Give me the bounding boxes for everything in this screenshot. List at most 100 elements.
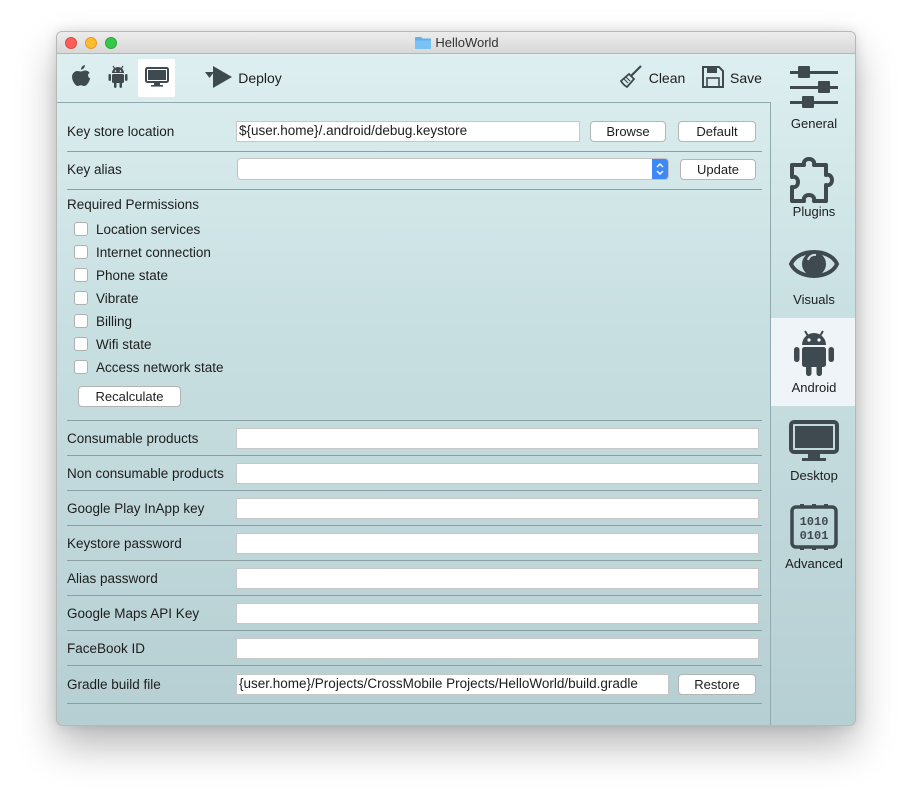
restore-button[interactable]: Restore bbox=[678, 674, 756, 695]
puzzle-icon bbox=[788, 153, 840, 205]
required-permissions-heading: Required Permissions bbox=[67, 197, 200, 212]
save-icon bbox=[702, 65, 725, 91]
keystore-label: Key store location bbox=[67, 124, 175, 139]
facebook-id-input[interactable] bbox=[236, 638, 759, 659]
android-icon bbox=[108, 65, 128, 92]
deploy-button[interactable]: Deploy bbox=[201, 59, 287, 97]
permission-vibrate[interactable]: Vibrate bbox=[74, 289, 139, 307]
sidebar-item-label: Advanced bbox=[785, 556, 843, 571]
checkbox-label: Access network state bbox=[96, 359, 224, 375]
checkbox[interactable] bbox=[74, 314, 88, 328]
keystore-location-input[interactable]: ${user.home}/.android/debug.keystore bbox=[236, 121, 580, 142]
desktop-icon bbox=[144, 66, 169, 90]
checkbox-label: Phone state bbox=[96, 267, 169, 283]
separator bbox=[67, 151, 762, 152]
updown-arrows-icon bbox=[652, 159, 668, 179]
broom-icon bbox=[619, 64, 643, 92]
default-button[interactable]: Default bbox=[678, 121, 756, 142]
google-maps-api-key-input[interactable] bbox=[236, 603, 759, 624]
permission-access-network-state[interactable]: Access network state bbox=[74, 358, 224, 376]
apple-icon bbox=[70, 64, 92, 92]
sidebar-item-visuals[interactable]: Visuals bbox=[771, 230, 855, 318]
sidebar-item-label: Desktop bbox=[790, 468, 838, 483]
android-settings-panel: Key store location ${user.home}/.android… bbox=[57, 102, 771, 725]
sidebar-item-label: Plugins bbox=[792, 204, 836, 219]
consumable-products-label: Consumable products bbox=[67, 431, 199, 446]
title-bar: HelloWorld bbox=[57, 32, 855, 54]
apple-platform-button[interactable] bbox=[65, 59, 97, 97]
separator bbox=[67, 455, 762, 456]
gradle-build-file-input[interactable]: {user.home}/Projects/CrossMobile Project… bbox=[236, 674, 669, 695]
separator bbox=[67, 560, 762, 561]
sidebar-item-label: General bbox=[790, 116, 838, 131]
browse-button[interactable]: Browse bbox=[590, 121, 666, 142]
separator bbox=[67, 665, 762, 666]
separator bbox=[67, 595, 762, 596]
checkbox-label: Vibrate bbox=[96, 290, 139, 306]
google-play-inapp-key-label: Google Play InApp key bbox=[67, 501, 205, 516]
android-platform-button[interactable] bbox=[101, 59, 135, 97]
permission-location-services[interactable]: Location services bbox=[74, 220, 200, 238]
sidebar-item-android[interactable]: Android bbox=[771, 318, 855, 406]
update-button[interactable]: Update bbox=[680, 159, 756, 180]
google-maps-api-key-label: Google Maps API Key bbox=[67, 606, 200, 621]
deploy-label: Deploy bbox=[238, 70, 282, 86]
separator bbox=[67, 490, 762, 491]
separator bbox=[67, 420, 762, 421]
permission-phone-state[interactable]: Phone state bbox=[74, 266, 168, 284]
checkbox-label: Location services bbox=[96, 221, 201, 237]
checkbox[interactable] bbox=[74, 268, 88, 282]
alias-password-label: Alias password bbox=[67, 571, 158, 586]
alias-password-input[interactable] bbox=[236, 568, 759, 589]
checkbox[interactable] bbox=[74, 222, 88, 236]
app-window: HelloWorld Deploy Clean Save Key store l… bbox=[56, 31, 856, 726]
toolbar: Deploy Clean Save bbox=[57, 54, 855, 102]
checkbox-label: Internet connection bbox=[96, 244, 211, 260]
sidebar-item-plugins[interactable]: Plugins bbox=[771, 142, 855, 230]
permission-wifi-state[interactable]: Wifi state bbox=[74, 335, 152, 353]
sidebar-item-general[interactable]: General bbox=[771, 54, 855, 142]
checkbox[interactable] bbox=[74, 360, 88, 374]
checkbox[interactable] bbox=[74, 291, 88, 305]
consumable-products-input[interactable] bbox=[236, 428, 759, 449]
google-play-inapp-key-input[interactable] bbox=[236, 498, 759, 519]
sidebar-item-label: Android bbox=[791, 380, 837, 395]
sidebar-item-label: Visuals bbox=[793, 292, 835, 307]
key-alias-label: Key alias bbox=[67, 162, 122, 177]
play-icon bbox=[212, 65, 233, 91]
key-alias-select[interactable] bbox=[237, 158, 669, 180]
facebook-id-label: FaceBook ID bbox=[67, 641, 146, 656]
clean-button[interactable]: Clean bbox=[619, 59, 685, 97]
android-icon bbox=[788, 327, 840, 379]
chip-text-row-1: 1010 bbox=[800, 515, 829, 529]
keystore-password-input[interactable] bbox=[236, 533, 759, 554]
keystore-password-label: Keystore password bbox=[67, 536, 182, 551]
checkbox[interactable] bbox=[74, 337, 88, 351]
permission-internet-connection[interactable]: Internet connection bbox=[74, 243, 211, 261]
recalculate-button[interactable]: Recalculate bbox=[78, 386, 181, 407]
window-title: HelloWorld bbox=[435, 35, 499, 50]
save-label: Save bbox=[730, 70, 762, 86]
sliders-icon bbox=[788, 65, 840, 117]
monitor-icon bbox=[788, 420, 840, 472]
permission-billing[interactable]: Billing bbox=[74, 312, 132, 330]
save-button[interactable]: Save bbox=[702, 59, 762, 97]
dropdown-arrow-icon bbox=[205, 66, 214, 81]
checkbox-label: Billing bbox=[96, 313, 133, 329]
sidebar-item-desktop[interactable]: Desktop bbox=[771, 406, 855, 494]
chip-text-row-2: 0101 bbox=[800, 529, 829, 543]
separator bbox=[67, 630, 762, 631]
clean-label: Clean bbox=[648, 70, 686, 86]
checkbox[interactable] bbox=[74, 245, 88, 259]
checkbox-label: Wifi state bbox=[96, 336, 152, 352]
folder-icon bbox=[415, 36, 432, 52]
binary-chip-icon: 1010 0101 bbox=[788, 504, 840, 556]
desktop-platform-button[interactable] bbox=[138, 59, 175, 97]
separator bbox=[67, 525, 762, 526]
eye-icon bbox=[788, 242, 840, 294]
non-consumable-products-label: Non consumable products bbox=[67, 466, 224, 481]
non-consumable-products-input[interactable] bbox=[236, 463, 759, 484]
window-title-container: HelloWorld bbox=[57, 35, 855, 52]
sidebar-item-advanced[interactable]: 1010 0101 Advanced bbox=[771, 494, 855, 582]
settings-sidebar: General Plugins Visuals Android Desktop bbox=[771, 54, 855, 725]
